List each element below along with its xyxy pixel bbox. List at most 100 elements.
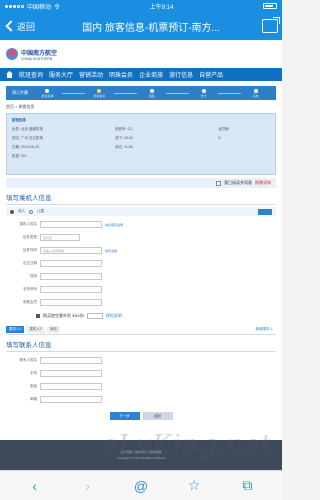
site-footer: 关于南航 | 联系我们 | 网站地图 Copyright © China Sou… (0, 440, 282, 470)
form-row: 出生日期 (6, 257, 276, 270)
signal-icon (5, 4, 24, 8)
menu-item[interactable]: 明珠会员 (109, 70, 133, 79)
menu-item[interactable]: 航班查询 (19, 70, 43, 79)
status-bar: 中国移动 令 上午9:14 (0, 0, 282, 12)
passenger-section-title: 填写乘机人信息 (6, 192, 276, 205)
child-radio[interactable] (29, 209, 33, 214)
menu-item[interactable]: 旅行信息 (169, 70, 193, 79)
footer-copyright: Copyright © China Southern Airlines (116, 456, 166, 460)
contact-section-title: 填写联系人信息 (6, 339, 276, 352)
page-title: 国内 旅客信息-机票预订-南方... (82, 22, 220, 34)
nav-bar: 返回 国内 旅客信息-机票预订-南方... (0, 12, 282, 40)
clock: 上午9:14 (149, 4, 174, 11)
flight-row: 日期: 2016-06-25 到达: 11:05 (12, 145, 133, 149)
terms-text: 我已阅读并同意 (224, 180, 252, 185)
name-hint-link[interactable]: 姓名填写说明 (105, 223, 123, 227)
step: 航班选择 (33, 88, 62, 98)
share-icon[interactable] (262, 17, 280, 33)
menu-item[interactable]: 自营产品 (199, 70, 223, 79)
breadcrumb: 首页 > 旅客信息 (6, 104, 35, 109)
step-active: 旅客信息 (85, 88, 114, 98)
passenger-type-bar: 成人 儿童 (6, 207, 276, 216)
form-row: 固话 (6, 380, 276, 393)
tab-add[interactable]: 添加 (46, 326, 60, 333)
passenger-form: 乘机人姓名 姓名填写说明 证件类型 身份证 证件号码 请输入证件号码 填写说明 … (6, 218, 276, 309)
contact-email-input[interactable] (40, 396, 102, 403)
main-menu: 航班查询 服务大厅 营销活动 明珠会员 企业商旅 旅行信息 自营产品 (0, 68, 282, 81)
next-button[interactable]: 下一步 (109, 412, 140, 420)
flight-summary: 航班信息 出发: 北京 首都机场 航班号: CZ 经济舱 到达: 广州 白云机场 起飞… (6, 113, 276, 175)
select-passenger-button[interactable] (258, 208, 272, 215)
forward-arrow-icon[interactable]: › (77, 475, 99, 497)
logo-text: 中国南方航空 (21, 50, 58, 57)
flight-row: 到达: 广州 白云机场 起飞: 08:00 ¥ (12, 136, 221, 140)
steps-label: 预订步骤 (12, 90, 28, 95)
back-button[interactable]: 返回 (4, 20, 44, 33)
form-row: 邮箱 (6, 393, 276, 406)
flight-title: 航班信息 (12, 118, 26, 122)
form-row: 手机 (6, 367, 276, 380)
menu-item[interactable]: 服务大厅 (49, 70, 73, 79)
web-content[interactable]: 中国南方航空 CHINA SOUTHERN 航班查询 服务大厅 营销活动 明珠会… (0, 40, 282, 470)
contact-phone-input[interactable] (40, 383, 102, 390)
add-passenger-link[interactable]: 新增乘机人 (253, 326, 277, 333)
menu-item[interactable]: 营销活动 (79, 70, 103, 79)
form-row: 手机号码 (6, 283, 276, 296)
passenger-name-input[interactable] (40, 221, 102, 228)
site-header: 中国南方航空 CHINA SOUTHERN (0, 40, 282, 68)
carrier-label: 中国移动 (27, 4, 52, 11)
insurance-note-link[interactable]: 保险说明 (106, 313, 122, 319)
back-arrow-icon[interactable]: ‹ (24, 475, 46, 497)
terms-notice: 我已阅读并同意 购票须知 (6, 178, 276, 188)
id-type-select[interactable]: 身份证 (40, 234, 80, 241)
adult-radio[interactable] (10, 209, 14, 214)
passenger-tabs: 乘机人1 乘机人2 添加 新增乘机人 (6, 325, 276, 335)
child-label: 儿童 (37, 209, 44, 213)
contact-form: 联系人姓名 手机 固话 邮箱 (6, 354, 276, 406)
tab-passenger-1[interactable]: 乘机人1 (6, 326, 25, 333)
chevron-left-icon (5, 20, 17, 32)
booking-steps: 预订步骤 航班选择 旅客信息 选座 支付 完成 (6, 86, 276, 100)
insurance-text: 购买航空意外险 ¥30/份 (43, 313, 84, 318)
logo-subtext: CHINA SOUTHERN (21, 56, 53, 61)
tabs-icon[interactable]: ⧉ (236, 475, 258, 497)
insurance-checkbox[interactable] (36, 314, 40, 318)
step: 完成 (241, 88, 270, 98)
battery-icon (263, 3, 277, 9)
terms-checkbox[interactable] (216, 180, 221, 186)
menu-item[interactable]: 企业商旅 (139, 70, 163, 79)
tab-passenger-2[interactable]: 乘机人2 (26, 326, 45, 333)
adult-label: 成人 (18, 209, 25, 213)
member-input[interactable] (40, 299, 102, 306)
id-hint-link[interactable]: 填写说明 (105, 249, 117, 253)
gender-input[interactable] (40, 273, 102, 280)
contact-name-input[interactable] (40, 357, 102, 364)
airline-logo[interactable]: 中国南方航空 CHINA SOUTHERN (6, 48, 57, 61)
form-row: 明珠会员 (6, 296, 276, 309)
form-row: 证件类型 身份证 (6, 231, 276, 244)
wifi-icon: 令 (54, 4, 61, 11)
contact-mobile-input[interactable] (40, 370, 102, 377)
form-actions: 下一步 返回 (0, 412, 282, 420)
footer-links[interactable]: 关于南航 | 联系我们 | 网站地图 (121, 450, 162, 454)
step: 选座 (137, 88, 166, 98)
form-row: 证件号码 请输入证件号码 填写说明 (23, 247, 118, 254)
logo-icon (6, 48, 18, 60)
terms-link[interactable]: 购票须知 (255, 180, 271, 186)
birthdate-input[interactable] (40, 260, 102, 267)
insurance-qty-select[interactable] (86, 313, 103, 319)
mobile-input[interactable] (40, 286, 102, 293)
browser-toolbar: ‹ › @ ☆ ⧉ (0, 470, 282, 500)
form-row: 联系人姓名 (6, 354, 276, 367)
home-icon[interactable] (6, 71, 13, 78)
prev-button[interactable]: 返回 (142, 412, 173, 420)
form-row: 性别 (6, 270, 276, 283)
flight-row: 机型: 321 (12, 154, 27, 158)
back-label: 返回 (17, 21, 36, 32)
search-icon[interactable]: @ (130, 475, 152, 497)
bookmark-icon[interactable]: ☆ (183, 475, 205, 497)
id-number-input[interactable]: 请输入证件号码 (40, 247, 102, 254)
step: 支付 (189, 88, 218, 98)
insurance-option: 购买航空意外险 ¥30/份 保险说明 (6, 311, 276, 321)
form-row: 乘机人姓名 姓名填写说明 (19, 221, 124, 228)
